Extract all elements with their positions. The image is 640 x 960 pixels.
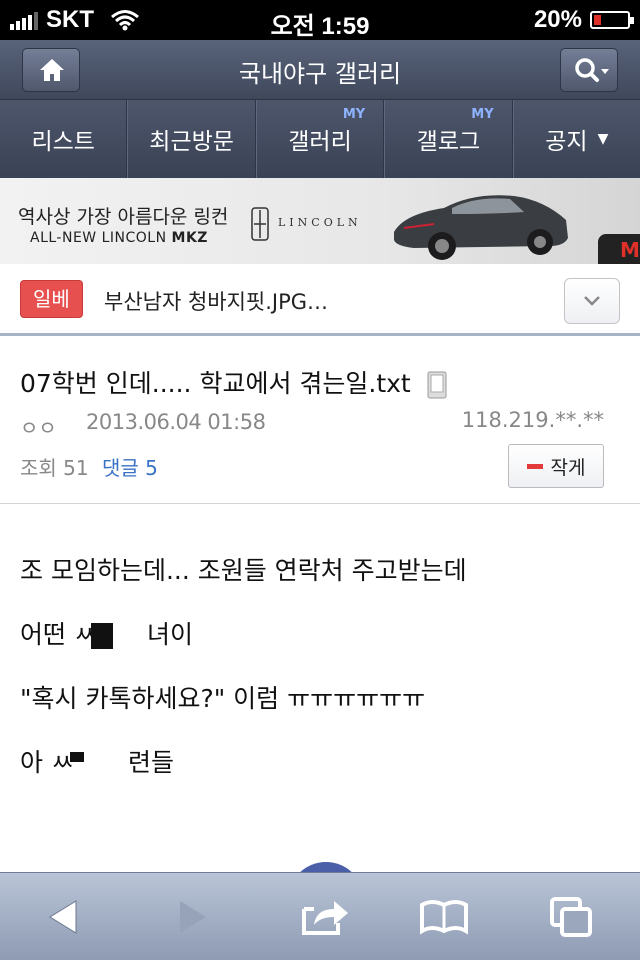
bookmarks-icon	[420, 900, 468, 935]
pages-icon	[550, 897, 592, 937]
post-body: 조 모임하는데... 조원들 연락처 주고받는데 어떤 ㅆ 녀이 "혹시 카톡하세…	[20, 556, 620, 812]
my-badge: MY	[342, 107, 366, 122]
ad-corner-badge: M	[598, 234, 640, 264]
tab-list[interactable]: 리스트	[0, 100, 128, 178]
my-badge: MY	[471, 107, 494, 122]
text-size-button[interactable]: 작게	[508, 444, 604, 488]
mobile-device-icon	[427, 371, 447, 399]
battery-icon	[590, 11, 634, 29]
page-title: 국내야구 갤러리	[238, 60, 402, 88]
tab-label: 최근방문	[149, 129, 234, 155]
tabs-button[interactable]	[540, 891, 604, 943]
gallery-badge[interactable]: 일베	[20, 280, 83, 318]
post-ip: 118.219.**.**	[461, 408, 604, 432]
car-image	[394, 195, 568, 260]
ad-brand: LINCOLN	[278, 216, 362, 229]
forward-button[interactable]	[160, 891, 224, 943]
back-button[interactable]	[32, 891, 96, 943]
battery-percent: 20%	[533, 6, 582, 33]
comment-count-link[interactable]: 댓글 5	[102, 452, 158, 481]
browser-toolbar	[0, 872, 640, 960]
nav-tabs: 리스트 최근방문 MY 갤러리 MY 갤로그 공지 ▼	[0, 100, 640, 178]
related-post-title[interactable]: 부산남자 청바지핏.JPG…	[104, 286, 328, 316]
text-size-label: 작게	[550, 456, 586, 479]
back-arrow-icon	[49, 900, 77, 934]
gallery-breadcrumb: 일베 부산남자 청바지핏.JPG…	[0, 264, 640, 336]
post-date: 2013.06.04 01:58	[86, 410, 266, 434]
post-title: 07학번 인데..... 학교에서 겪는일.txt	[20, 364, 447, 400]
redaction-mark	[90, 623, 113, 649]
view-count: 조회 51	[20, 456, 89, 480]
lincoln-emblem-icon	[251, 207, 269, 241]
post-author: ㅇㅇ	[20, 416, 57, 440]
share-icon	[302, 901, 348, 935]
tab-gallog[interactable]: MY 갤로그	[384, 100, 513, 178]
forward-arrow-icon	[180, 901, 206, 933]
minus-icon	[526, 463, 543, 469]
tab-notice[interactable]: 공지 ▼	[512, 100, 640, 178]
share-button[interactable]	[292, 891, 356, 943]
tab-label: 공지	[545, 129, 588, 155]
body-line: "혹시 카톡하세요?" 이럼 ㅠㅠㅠㅠㅠㅠ	[20, 684, 426, 713]
ad-banner[interactable]: 역사상 가장 아름다운 링컨 ALL-NEW LINCOLN MKZ LINCO…	[0, 178, 640, 264]
chevron-down-icon	[584, 296, 600, 306]
caret-down-icon: ▼	[597, 131, 609, 147]
tab-label: 갤로그	[416, 129, 481, 155]
app-header: 국내야구 갤러리	[0, 40, 640, 100]
ad-subline: ALL-NEW LINCOLN MKZ	[30, 230, 208, 246]
ad-headline: 역사상 가장 아름다운 링컨	[18, 206, 229, 228]
body-line: 어떤 ㅆ 녀이	[20, 620, 193, 649]
search-button[interactable]	[560, 48, 618, 92]
bookmarks-button[interactable]	[412, 891, 476, 943]
expand-button[interactable]	[564, 278, 620, 324]
status-bar: SKT 오전 1:59 20%	[0, 0, 640, 40]
tab-label: 갤러리	[288, 129, 352, 155]
search-icon	[575, 58, 609, 82]
redaction-mark	[69, 752, 84, 762]
body-line: 아 ㅆ 련들	[20, 748, 174, 777]
tab-label: 리스트	[31, 129, 95, 155]
body-line: 조 모임하는데... 조원들 연락처 주고받는데	[20, 556, 467, 585]
post-header: 07학번 인데..... 학교에서 겪는일.txt ㅇㅇ 2013.06.04 …	[0, 338, 640, 504]
tab-recent[interactable]: 최근방문	[127, 100, 256, 178]
chevron-down-icon	[601, 69, 609, 74]
tab-gallery[interactable]: MY 갤러리	[255, 100, 385, 178]
